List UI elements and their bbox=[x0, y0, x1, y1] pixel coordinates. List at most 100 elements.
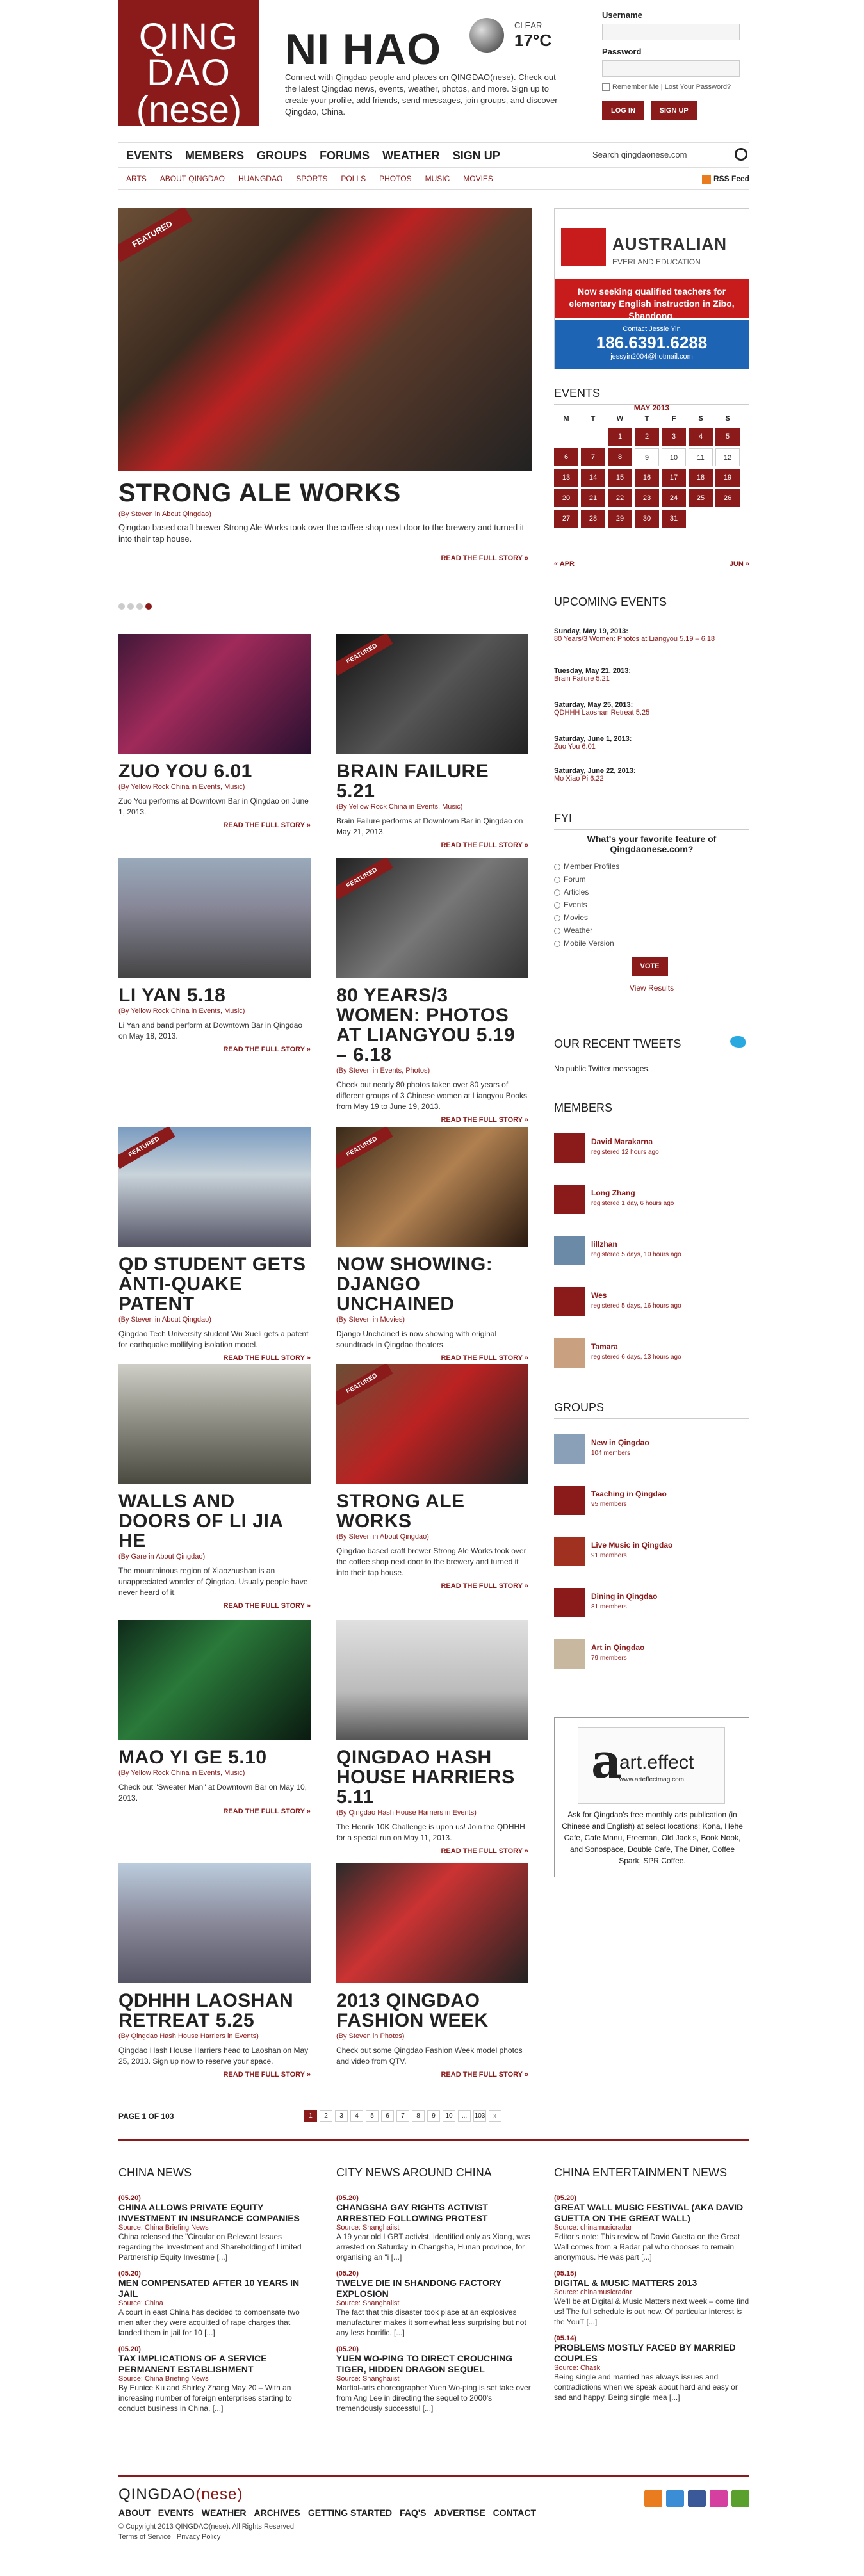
calendar-day[interactable]: 9 bbox=[635, 448, 659, 466]
story-title[interactable]: ZUO YOU 6.01 bbox=[118, 761, 311, 781]
story-title[interactable]: LI YAN 5.18 bbox=[118, 985, 311, 1005]
story-read-more[interactable]: READ THE FULL STORY » bbox=[336, 841, 528, 849]
nav-groups[interactable]: GROUPS bbox=[249, 143, 312, 163]
group-avatar[interactable] bbox=[554, 1486, 585, 1515]
calendar-day[interactable]: 20 bbox=[554, 489, 578, 507]
story-read-more[interactable]: READ THE FULL STORY » bbox=[118, 1808, 311, 1815]
story-read-more[interactable]: READ THE FULL STORY » bbox=[118, 822, 311, 829]
calendar-day[interactable]: 22 bbox=[608, 489, 632, 507]
story-image[interactable] bbox=[118, 1863, 311, 1983]
teacher-ad[interactable]: AUSTRALIAN EVERLAND EDUCATION Now seekin… bbox=[554, 208, 749, 369]
page-link[interactable]: 2 bbox=[320, 2110, 332, 2122]
calendar-day[interactable]: 24 bbox=[662, 489, 686, 507]
story-byline[interactable]: (By Gare in About Qingdao) bbox=[118, 1553, 311, 1560]
member-name[interactable]: Tamara bbox=[591, 1342, 618, 1351]
member-item[interactable]: lillzhan registered 5 days, 10 hours ago bbox=[554, 1236, 749, 1272]
footer-link[interactable]: FAQ'S bbox=[400, 2507, 426, 2518]
site-logo[interactable]: QINGDAO (nese) bbox=[118, 0, 259, 129]
poll-option[interactable]: Events bbox=[554, 900, 749, 909]
group-item[interactable]: New in Qingdao 104 members bbox=[554, 1434, 749, 1470]
story-byline[interactable]: (By Qingdao Hash House Harriers in Event… bbox=[336, 1809, 528, 1817]
calendar-day[interactable]: 31 bbox=[662, 510, 686, 528]
avatar[interactable] bbox=[554, 1338, 585, 1368]
news-source[interactable]: Source: Shanghaiist bbox=[336, 2375, 532, 2383]
poll-option[interactable]: Weather bbox=[554, 926, 749, 935]
featured-read-more[interactable]: READ THE FULL STORY » bbox=[400, 555, 528, 562]
group-avatar[interactable] bbox=[554, 1537, 585, 1566]
avatar[interactable] bbox=[554, 1185, 585, 1214]
story-image[interactable]: FEATURED bbox=[336, 1127, 528, 1247]
calendar-day[interactable]: 23 bbox=[635, 489, 659, 507]
news-title[interactable]: Tax implications of a service permanent … bbox=[118, 2353, 314, 2375]
group-item[interactable]: Art in Qingdao 79 members bbox=[554, 1639, 749, 1675]
calendar-day[interactable]: 29 bbox=[608, 510, 632, 528]
subnav-huangdao[interactable]: HUANGDAO bbox=[231, 172, 288, 183]
avatar[interactable] bbox=[554, 1236, 585, 1265]
story-title[interactable]: 80 YEARS/3 WOMEN: PHOTOS AT LIANGYOU 5.1… bbox=[336, 985, 528, 1065]
poll-option[interactable]: Member Profiles bbox=[554, 862, 749, 871]
calendar-day[interactable]: 25 bbox=[689, 489, 713, 507]
member-item[interactable]: Long Zhang registered 1 day, 6 hours ago bbox=[554, 1185, 749, 1220]
news-source[interactable]: Source: Shanghaiist bbox=[336, 2224, 532, 2232]
story-title[interactable]: QDHHH LAOSHAN RETREAT 5.25 bbox=[118, 1991, 311, 2030]
poll-option[interactable]: Mobile Version bbox=[554, 939, 749, 948]
upcoming-link[interactable]: Zuo You 6.01 bbox=[554, 743, 749, 750]
story-read-more[interactable]: READ THE FULL STORY » bbox=[336, 1116, 528, 1124]
upcoming-link[interactable]: Mo Xiao Pi 6.22 bbox=[554, 775, 749, 782]
story-image[interactable]: FEATURED bbox=[336, 1364, 528, 1484]
story-title[interactable]: MAO YI GE 5.10 bbox=[118, 1747, 311, 1767]
calendar-day[interactable]: 5 bbox=[715, 428, 740, 446]
news-source[interactable]: Source: China Briefing News bbox=[118, 2375, 314, 2383]
news-source[interactable]: Source: chinamusicradar bbox=[554, 2224, 749, 2232]
calendar-day[interactable]: 13 bbox=[554, 469, 578, 487]
story-read-more[interactable]: READ THE FULL STORY » bbox=[336, 1582, 528, 1590]
radio-icon[interactable] bbox=[554, 914, 560, 921]
rss-social-icon[interactable] bbox=[644, 2490, 662, 2507]
calendar-day[interactable]: 28 bbox=[581, 510, 605, 528]
nav-weather[interactable]: WEATHER bbox=[375, 143, 445, 163]
remember-checkbox[interactable] bbox=[602, 83, 610, 92]
calendar-day[interactable]: 19 bbox=[715, 469, 740, 487]
calendar-day[interactable]: 27 bbox=[554, 510, 578, 528]
avatar[interactable] bbox=[554, 1133, 585, 1163]
radio-icon[interactable] bbox=[554, 927, 560, 934]
page-link[interactable]: 10 bbox=[443, 2110, 455, 2122]
story-image[interactable]: FEATURED bbox=[336, 634, 528, 754]
group-avatar[interactable] bbox=[554, 1588, 585, 1617]
calendar-prev[interactable]: « APR bbox=[554, 560, 575, 568]
news-title[interactable]: Men compensated after 10 years in jail bbox=[118, 2278, 314, 2299]
story-byline[interactable]: (By Yellow Rock China in Events, Music) bbox=[118, 1769, 311, 1777]
radio-icon[interactable] bbox=[554, 940, 560, 947]
news-source[interactable]: Source: chinamusicradar bbox=[554, 2288, 749, 2296]
story-image[interactable] bbox=[118, 1620, 311, 1740]
news-source[interactable]: Source: China bbox=[118, 2299, 314, 2307]
news-source[interactable]: Source: China Briefing News bbox=[118, 2224, 314, 2232]
footer-terms[interactable]: Terms of Service | Privacy Policy bbox=[118, 2532, 749, 2542]
art-effect-ad[interactable]: a art.effect www.arteffectmag.com Ask fo… bbox=[554, 1717, 749, 1877]
story-image[interactable] bbox=[336, 1620, 528, 1740]
news-title[interactable]: Great Wall Music Festival (aka David Gue… bbox=[554, 2202, 749, 2224]
group-avatar[interactable] bbox=[554, 1434, 585, 1464]
story-read-more[interactable]: READ THE FULL STORY » bbox=[336, 1354, 528, 1362]
calendar-day[interactable]: 17 bbox=[662, 469, 686, 487]
calendar-day[interactable]: 15 bbox=[608, 469, 632, 487]
story-byline[interactable]: (By Qingdao Hash House Harriers in Event… bbox=[118, 2032, 311, 2040]
member-item[interactable]: Wes registered 5 days, 16 hours ago bbox=[554, 1287, 749, 1323]
story-byline[interactable]: (By Steven in About Qingdao) bbox=[336, 1533, 528, 1541]
story-byline[interactable]: (By Yellow Rock China in Events, Music) bbox=[118, 1007, 311, 1015]
slider-dot[interactable] bbox=[136, 603, 143, 610]
subnav-polls[interactable]: POLLS bbox=[333, 172, 371, 183]
featured-title[interactable]: STRONG ALE WORKS bbox=[118, 479, 401, 508]
story-byline[interactable]: (By Steven in Events, Photos) bbox=[336, 1067, 528, 1074]
page-link[interactable]: 5 bbox=[366, 2110, 379, 2122]
facebook-icon[interactable] bbox=[688, 2490, 706, 2507]
calendar-day[interactable]: 7 bbox=[581, 448, 605, 466]
signup-button[interactable]: SIGN UP bbox=[650, 101, 697, 121]
member-name[interactable]: lillzhan bbox=[591, 1240, 617, 1249]
news-title[interactable]: Digital & Music Matters 2013 bbox=[554, 2278, 749, 2288]
story-byline[interactable]: (By Steven in Movies) bbox=[336, 1316, 528, 1324]
password-input[interactable] bbox=[602, 60, 740, 77]
page-link[interactable]: 3 bbox=[335, 2110, 348, 2122]
subnav-about[interactable]: ABOUT QINGDAO bbox=[152, 172, 231, 183]
story-image[interactable] bbox=[118, 634, 311, 754]
